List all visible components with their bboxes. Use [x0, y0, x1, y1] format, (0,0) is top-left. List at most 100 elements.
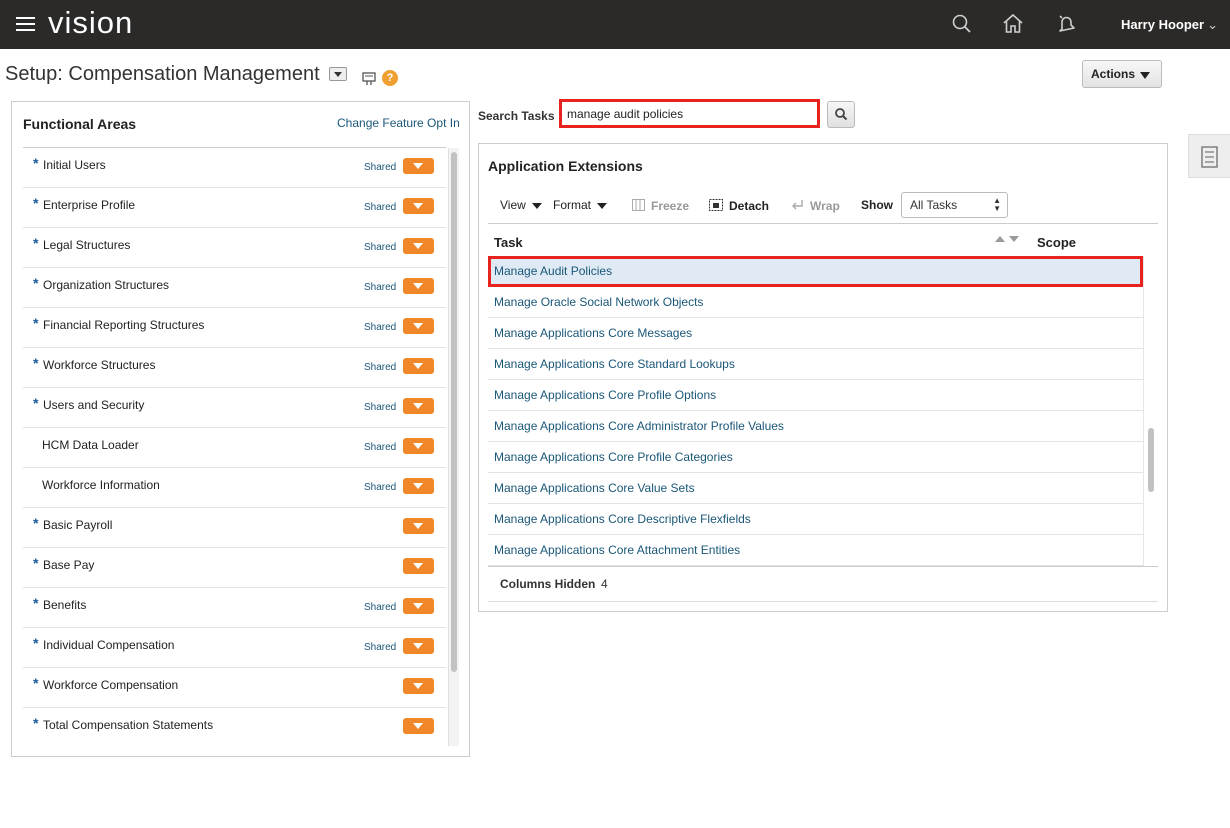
functional-area-item[interactable]: * Legal Structures Shared [23, 228, 446, 268]
shared-badge: Shared [364, 282, 397, 293]
expand-toggle-button[interactable] [403, 398, 434, 414]
user-menu[interactable]: Harry Hooper ⌄ [1121, 17, 1218, 33]
task-row[interactable]: Manage Audit Policies [488, 256, 1143, 287]
functional-area-item[interactable]: * Initial Users Shared [23, 148, 446, 188]
task-row[interactable]: Manage Applications Core Attachment Enti… [488, 535, 1143, 566]
functional-area-item[interactable]: * Workforce Compensation [23, 668, 446, 708]
title-dropdown-button[interactable] [329, 67, 347, 81]
expand-toggle-button[interactable] [403, 278, 434, 294]
expand-toggle-button[interactable] [403, 198, 434, 214]
functional-area-label: Workforce Information [42, 478, 160, 492]
functional-area-item[interactable]: * Total Compensation Statements [23, 708, 446, 746]
task-link[interactable]: Manage Applications Core Messages [494, 326, 692, 340]
functional-area-item[interactable]: * Workforce Structures Shared [23, 348, 446, 388]
expand-toggle-button[interactable] [403, 438, 434, 454]
task-link[interactable]: Manage Applications Core Standard Lookup… [494, 357, 735, 371]
expand-toggle-button[interactable] [403, 598, 434, 614]
scrollbar-thumb[interactable] [1148, 428, 1154, 492]
functional-area-item[interactable]: * Basic Payroll [23, 508, 446, 548]
task-link[interactable]: Manage Applications Core Descriptive Fle… [494, 512, 751, 526]
change-feature-opt-in-link[interactable]: Change Feature Opt In [337, 116, 460, 130]
view-menu[interactable]: View [500, 198, 542, 212]
task-list-icon[interactable] [362, 70, 378, 86]
actions-button[interactable]: Actions [1082, 60, 1162, 88]
task-link[interactable]: Manage Applications Core Value Sets [494, 481, 695, 495]
page-title: Setup: Compensation Management [5, 63, 320, 85]
functional-area-item[interactable]: * Benefits Shared [23, 588, 446, 628]
task-column-header[interactable]: Task [494, 235, 523, 250]
functional-area-item[interactable]: * Users and Security Shared [23, 388, 446, 428]
functional-area-label: Total Compensation Statements [43, 718, 214, 732]
search-tasks-label: Search Tasks [478, 109, 555, 123]
functional-area-item[interactable]: * Financial Reporting Structures Shared [23, 308, 446, 348]
freeze-icon [632, 199, 645, 211]
task-row[interactable]: Manage Applications Core Descriptive Fle… [488, 504, 1143, 535]
expand-toggle-button[interactable] [403, 238, 434, 254]
detach-icon [709, 199, 723, 211]
shared-badge: Shared [364, 482, 397, 493]
expand-toggle-button[interactable] [403, 638, 434, 654]
task-row[interactable]: Manage Applications Core Profile Options [488, 380, 1143, 411]
expand-toggle-button[interactable] [403, 518, 434, 534]
expand-toggle-button[interactable] [403, 158, 434, 174]
search-tasks-input[interactable] [559, 99, 820, 128]
functional-area-label: Enterprise Profile [43, 198, 136, 212]
task-row[interactable]: Manage Applications Core Profile Categor… [488, 442, 1143, 473]
sort-icon[interactable] [994, 233, 1022, 245]
document-icon [1201, 146, 1218, 168]
task-row[interactable]: Manage Applications Core Value Sets [488, 473, 1143, 504]
functional-areas-title: Functional Areas [23, 116, 137, 132]
task-row[interactable]: Manage Oracle Social Network Objects [488, 287, 1143, 318]
shared-badge: Shared [364, 202, 397, 213]
task-link[interactable]: Manage Applications Core Profile Options [494, 388, 716, 402]
functional-area-item[interactable]: * Enterprise Profile Shared [23, 188, 446, 228]
task-row[interactable]: Manage Applications Core Administrator P… [488, 411, 1143, 442]
wrap-label: Wrap [810, 199, 840, 213]
detach-button[interactable]: Detach [709, 199, 769, 213]
notifications-icon[interactable] [1054, 12, 1078, 36]
functional-areas-scrollbar[interactable] [448, 148, 459, 746]
required-marker: * [33, 395, 39, 411]
scope-column-header[interactable]: Scope [1037, 235, 1076, 250]
functional-area-item[interactable]: * Base Pay [23, 548, 446, 588]
task-row[interactable]: Manage Applications Core Standard Lookup… [488, 349, 1143, 380]
expand-toggle-button[interactable] [403, 318, 434, 334]
functional-areas-list: * Initial Users Shared * Enterprise Profile S… [23, 147, 446, 746]
task-link[interactable]: Manage Applications Core Attachment Enti… [494, 543, 740, 557]
functional-area-label: Benefits [43, 598, 87, 612]
brand-logo[interactable]: vision [48, 5, 133, 41]
task-link[interactable]: Manage Applications Core Administrator P… [494, 419, 784, 433]
required-marker: * [33, 315, 39, 331]
show-select[interactable]: All Tasks ▲ ▼ [901, 192, 1008, 218]
search-icon[interactable] [950, 12, 974, 36]
expand-toggle-button[interactable] [403, 718, 434, 734]
required-marker: * [33, 595, 39, 611]
wrap-icon [792, 200, 803, 210]
home-icon[interactable] [1001, 12, 1025, 36]
tasks-table-scrollbar[interactable] [1143, 256, 1157, 566]
menu-icon[interactable] [16, 17, 35, 33]
expand-toggle-button[interactable] [403, 478, 434, 494]
functional-area-item[interactable]: * Individual Compensation Shared [23, 628, 446, 668]
scrollbar-thumb[interactable] [451, 152, 457, 672]
expand-toggle-button[interactable] [403, 558, 434, 574]
expand-toggle-button[interactable] [403, 678, 434, 694]
task-row[interactable]: Manage Applications Core Messages [488, 318, 1143, 349]
side-panel-tab[interactable] [1188, 134, 1230, 178]
functional-area-label: Legal Structures [43, 238, 131, 252]
task-link[interactable]: Manage Audit Policies [494, 264, 612, 278]
task-link[interactable]: Manage Applications Core Profile Categor… [494, 450, 733, 464]
functional-area-item[interactable]: * Organization Structures Shared [23, 268, 446, 308]
required-marker: * [33, 515, 39, 531]
columns-hidden-label: Columns Hidden [500, 577, 596, 591]
required-marker: * [33, 555, 39, 571]
format-menu[interactable]: Format [553, 198, 608, 212]
functional-area-item[interactable]: Workforce Information Shared [23, 468, 446, 508]
task-link[interactable]: Manage Oracle Social Network Objects [494, 295, 703, 309]
search-button[interactable] [827, 101, 855, 128]
show-select-value: All Tasks [910, 198, 958, 212]
functional-area-item[interactable]: HCM Data Loader Shared [23, 428, 446, 468]
expand-toggle-button[interactable] [403, 358, 434, 374]
help-icon[interactable]: ? [382, 70, 398, 86]
format-menu-label: Format [553, 198, 592, 212]
